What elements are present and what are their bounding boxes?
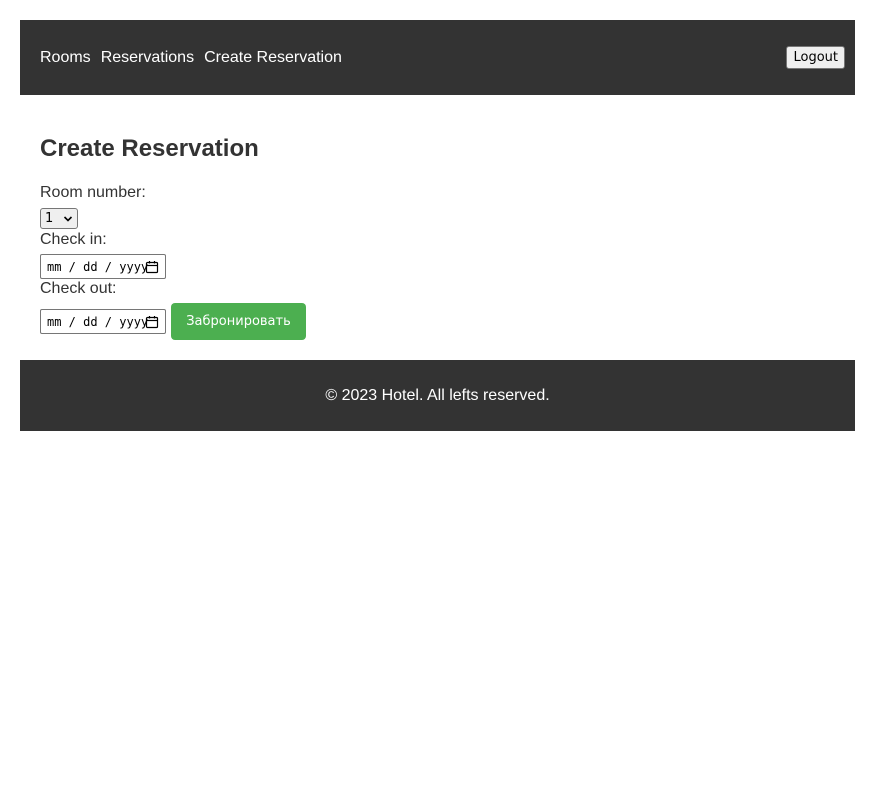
check-out-placeholder: mm / dd / yyyy [47,314,149,329]
book-button[interactable]: Забронировать [171,303,306,340]
chevron-down-icon [63,216,73,222]
check-in-placeholder: mm / dd / yyyy [47,259,149,274]
nav-link-create-reservation[interactable]: Create Reservation [204,48,342,67]
room-number-label: Room number: [40,184,146,201]
calendar-icon[interactable] [145,260,159,274]
check-in-label: Check in: [40,231,107,248]
nav-link-rooms[interactable]: Rooms [40,48,91,67]
check-out-label: Check out: [40,280,117,297]
calendar-icon[interactable] [145,315,159,329]
check-out-input[interactable]: mm / dd / yyyy [40,309,166,334]
page-title: Create Reservation [40,135,259,162]
logout-button[interactable]: Logout [786,46,845,69]
room-number-value: 1 [45,211,54,226]
site-header: Rooms Reservations Create Reservation Lo… [20,20,855,95]
check-in-input[interactable]: mm / dd / yyyy [40,254,166,279]
nav-link-reservations[interactable]: Reservations [101,48,194,67]
room-number-select[interactable]: 1 [40,208,78,229]
site-footer: © 2023 Hotel. All lefts reserved. [20,360,855,431]
main-nav: Rooms Reservations Create Reservation [40,48,342,67]
footer-copyright: © 2023 Hotel. All lefts reserved. [325,387,550,404]
